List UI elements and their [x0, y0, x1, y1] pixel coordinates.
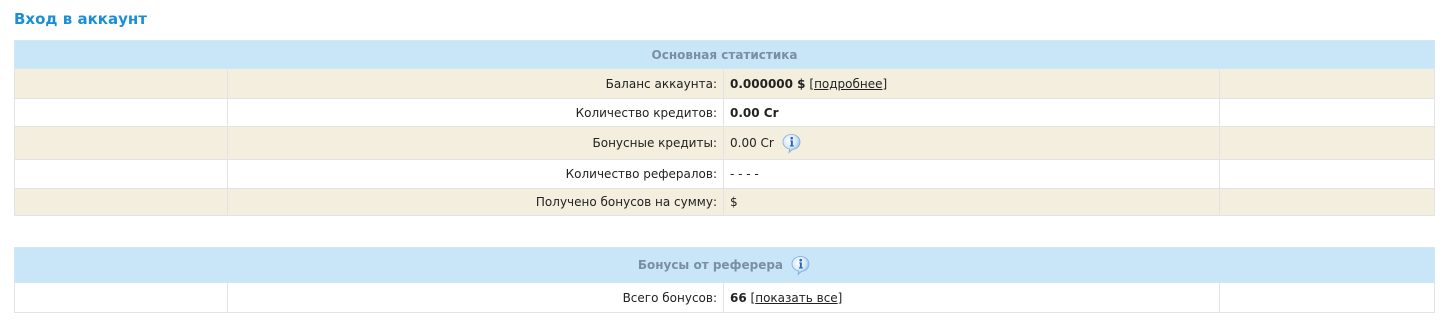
referrals-label: Количество рефералов: [227, 159, 724, 189]
total-bonuses-value-cell: 66 [показать все] [723, 282, 1220, 313]
total-bonuses-label: Всего бонусов: [227, 282, 724, 313]
empty-cell [14, 159, 228, 189]
empty-cell [1218, 282, 1436, 313]
bonus-credits-value: 0.00 Cr [730, 135, 774, 150]
empty-cell [14, 68, 228, 99]
page-title: Вход в аккаунт [14, 10, 147, 28]
empty-cell [14, 188, 228, 216]
empty-cell [1218, 188, 1436, 216]
table-row: Количество рефералов: - - - - [14, 159, 1436, 189]
referrals-value: - - - - [730, 167, 759, 181]
empty-cell [1218, 159, 1436, 189]
referrals-value-cell: - - - - [723, 159, 1220, 189]
referrer-bonuses-header: Бонусы от реферера [637, 257, 784, 272]
balance-details-link[interactable]: подробнее [814, 77, 882, 91]
empty-cell [14, 282, 228, 313]
main-stats-header: Основная статистика [13, 40, 1436, 69]
table-row: Всего бонусов: 66 [показать все] [14, 282, 1436, 313]
table-row: Количество кредитов: 0.00 Cr [14, 98, 1436, 127]
show-all-link[interactable]: показать все [755, 291, 837, 305]
empty-cell [1218, 126, 1436, 160]
referrer-bonuses-header-cell: Бонусы от реферера [13, 247, 1436, 283]
table-row: Получено бонусов на сумму: $ [14, 188, 1436, 216]
credits-label: Количество кредитов: [227, 98, 724, 127]
bonus-sum-value-cell: $ [723, 188, 1220, 216]
bonus-credits-value-cell: 0.00 Cr [723, 126, 1220, 160]
bonus-sum-label: Получено бонусов на сумму: [227, 188, 724, 216]
balance-value-cell: 0.000000 $ [подробнее] [723, 68, 1220, 99]
credits-value: 0.00 Cr [730, 105, 779, 120]
balance-value: 0.000000 $ [730, 76, 806, 91]
empty-cell [14, 98, 228, 127]
details-link-wrapper: [подробнее] [809, 76, 888, 91]
info-icon[interactable] [790, 255, 811, 276]
empty-cell [14, 126, 228, 160]
main-stats-table: Основная статистика Баланс аккаунта: 0.0… [13, 40, 1436, 216]
show-all-link-wrapper: [показать все] [750, 290, 843, 305]
empty-cell [1218, 68, 1436, 99]
bonus-sum-value: $ [730, 195, 738, 209]
empty-cell [1218, 98, 1436, 127]
bonus-credits-label: Бонусные кредиты: [227, 126, 724, 160]
referrer-bonuses-table: Бонусы от реферера Всего бонусов: 66 [по… [13, 247, 1436, 313]
balance-label: Баланс аккаунта: [227, 68, 724, 99]
credits-value-cell: 0.00 Cr [723, 98, 1220, 127]
total-bonuses-value: 66 [730, 290, 747, 305]
table-row: Баланс аккаунта: 0.000000 $ [подробнее] [14, 68, 1436, 99]
info-icon[interactable] [781, 133, 802, 154]
table-row: Бонусные кредиты: 0.00 Cr [14, 126, 1436, 160]
